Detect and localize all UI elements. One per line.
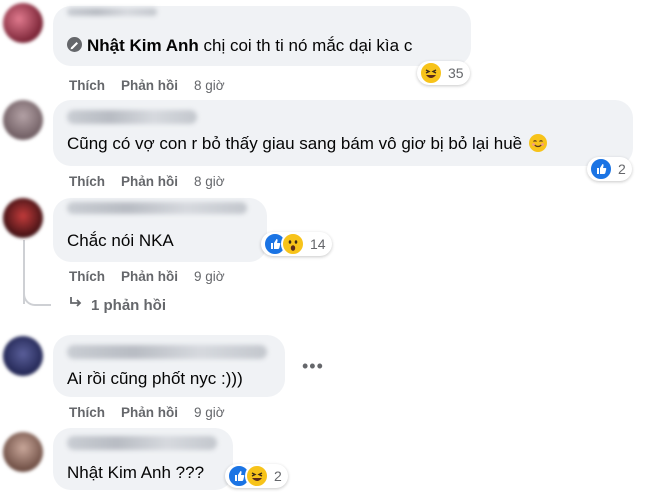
- timestamp[interactable]: 9 giờ: [194, 405, 225, 420]
- comment-text: Cũng có vợ con r bỏ thấy giau sang bám v…: [67, 133, 547, 155]
- reaction-summary[interactable]: 35: [417, 61, 470, 85]
- comment-actions: Thích Phản hồi 9 giờ: [69, 402, 225, 422]
- author-name-blurred: [67, 202, 247, 214]
- author-name-blurred: [67, 345, 267, 359]
- like-button[interactable]: Thích: [69, 405, 105, 420]
- comment-actions: Thích Phản hồi 8 giờ: [69, 75, 225, 95]
- reply-button[interactable]: Phản hồi: [121, 174, 178, 189]
- avatar[interactable]: [3, 432, 43, 472]
- comment-text: Nhật Kim Anh ???: [67, 462, 204, 484]
- comment-bubble: Nhật Kim Anh ???: [53, 428, 233, 490]
- comment-body: chị coi th ti nó mắc dại kìa c: [203, 36, 413, 55]
- reaction-summary[interactable]: 2: [225, 464, 288, 488]
- reaction-count: 2: [618, 161, 626, 177]
- reaction-count: 2: [274, 468, 282, 484]
- author-name-blurred: [67, 436, 217, 450]
- author-name-blurred: [67, 8, 157, 16]
- like-button[interactable]: Thích: [69, 78, 105, 93]
- reaction-summary[interactable]: 14: [261, 232, 332, 256]
- comment-actions: Thích Phản hồi 8 giờ: [69, 171, 225, 191]
- comment-text: Chắc nói NKA: [67, 230, 174, 252]
- avatar[interactable]: [3, 336, 43, 376]
- avatar[interactable]: [3, 198, 43, 238]
- comment-bubble: Cũng có vợ con r bỏ thấy giau sang bám v…: [53, 100, 633, 166]
- avatar[interactable]: [3, 100, 43, 140]
- haha-emoji-icon: [419, 61, 443, 85]
- reaction-count: 35: [448, 65, 464, 81]
- comment-body: Cũng có vợ con r bỏ thấy giau sang bám v…: [67, 134, 523, 153]
- comment-text: Nhật Kim Anh chị coi th ti nó mắc dại kì…: [67, 35, 412, 57]
- like-button[interactable]: Thích: [69, 269, 105, 284]
- author-name-blurred: [67, 110, 197, 124]
- haha-emoji-icon: [245, 464, 269, 488]
- like-button[interactable]: Thích: [69, 174, 105, 189]
- more-options-icon[interactable]: •••: [302, 356, 324, 377]
- reply-arrow-icon: [69, 296, 83, 315]
- reaction-count: 14: [310, 236, 326, 252]
- timestamp[interactable]: 9 giờ: [194, 269, 225, 284]
- comment-body: Nhật Kim Anh ???: [67, 463, 205, 482]
- timestamp[interactable]: 8 giờ: [194, 78, 225, 93]
- mentioned-user-link[interactable]: Nhật Kim Anh: [87, 36, 199, 55]
- reaction-summary[interactable]: 2: [587, 157, 632, 181]
- avatar[interactable]: [3, 3, 43, 43]
- smiling-face-icon: [528, 134, 547, 152]
- reply-button[interactable]: Phản hồi: [121, 405, 178, 420]
- comment-actions: Thích Phản hồi 9 giờ: [69, 266, 225, 286]
- comment-bubble: Nhật Kim Anh chị coi th ti nó mắc dại kì…: [53, 6, 471, 66]
- view-replies-link[interactable]: 1 phản hồi: [69, 296, 166, 315]
- reply-button[interactable]: Phản hồi: [121, 78, 178, 93]
- comment-body: Ai rồi cũng phốt nyc :))): [67, 369, 243, 388]
- comment-text: Ai rồi cũng phốt nyc :))): [67, 368, 243, 390]
- reply-button[interactable]: Phản hồi: [121, 269, 178, 284]
- comment-bubble: Chắc nói NKA: [53, 198, 267, 262]
- comment-bubble: Ai rồi cũng phốt nyc :))): [53, 335, 285, 397]
- thread-connector: [23, 270, 51, 306]
- wow-emoji-icon: [281, 232, 305, 256]
- moderator-badge-icon: [67, 37, 82, 52]
- like-icon: [589, 157, 613, 181]
- comment-body: Chắc nói NKA: [67, 231, 174, 250]
- replies-count-label: 1 phản hồi: [91, 297, 166, 314]
- timestamp[interactable]: 8 giờ: [194, 174, 225, 189]
